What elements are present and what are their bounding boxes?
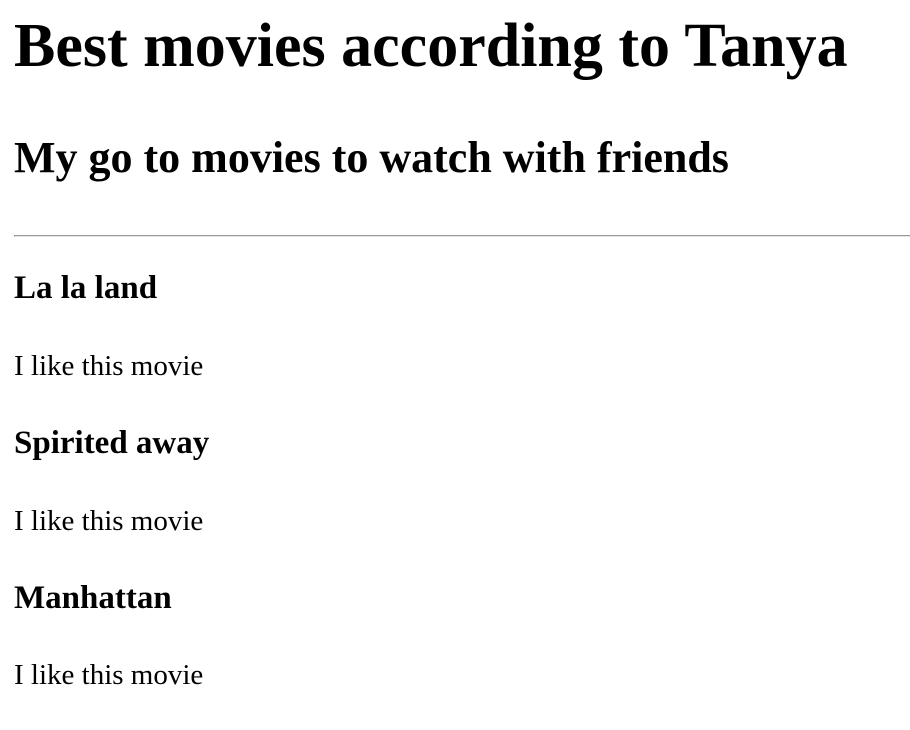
movie-title-manhattan: Manhattan — [14, 580, 172, 616]
movie-description: I like this movie — [14, 659, 204, 691]
movie-description: I like this movie — [14, 350, 204, 382]
page-title: Best movies according to Tanya — [14, 12, 848, 80]
divider — [14, 235, 910, 237]
movie-description: I like this movie — [14, 505, 204, 537]
movie-title-spirited-away: Spirited away — [14, 425, 210, 461]
movie-title-la-la-land: La la land — [14, 270, 158, 306]
page-subtitle: My go to movies to watch with friends — [14, 133, 729, 182]
page: Best movies according to Tanya My go to … — [0, 0, 910, 730]
